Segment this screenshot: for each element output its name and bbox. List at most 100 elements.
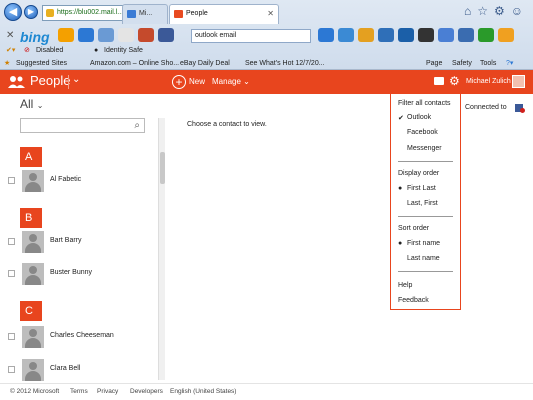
menu-display-heading: Display order — [398, 170, 440, 177]
fav-ebay[interactable]: eBay Daily Deal — [180, 57, 230, 70]
scrollbar-thumb[interactable] — [160, 152, 165, 184]
ext-icon[interactable] — [498, 28, 514, 42]
settings-icon[interactable]: ⚙ — [494, 4, 511, 18]
ext-icon[interactable] — [58, 28, 74, 42]
new-plus-icon[interactable]: + — [172, 75, 186, 89]
gear-icon[interactable]: ⚙ — [449, 74, 460, 88]
menu-option-messenger[interactable]: Messenger — [391, 145, 460, 152]
list-item[interactable]: Bart Barry — [8, 231, 153, 255]
contact-avatar — [22, 359, 44, 381]
home-icon[interactable]: ⌂ — [464, 4, 477, 18]
ext-icon[interactable] — [358, 28, 374, 42]
ext-icon[interactable] — [78, 28, 94, 42]
menu-option-outlook[interactable]: ✔ Outlook — [391, 114, 460, 122]
safety-menu[interactable]: Safety — [452, 57, 472, 70]
ext-icon[interactable] — [98, 28, 114, 42]
connected-to: Connected to — [465, 104, 525, 113]
copyright: © 2012 Microsoft — [10, 388, 60, 395]
command-row: ✔▾ ⊘ Disabled ● Identity Safe — [0, 45, 533, 57]
contact-checkbox[interactable] — [8, 270, 15, 277]
manage-button[interactable]: Manage ⌄ — [212, 77, 250, 86]
menu-feedback[interactable]: Feedback — [391, 297, 460, 304]
footer-language-link[interactable]: English (United States) — [170, 384, 236, 400]
footer-terms-link[interactable]: Terms — [70, 384, 88, 400]
help-icon[interactable]: ?▾ — [506, 57, 513, 70]
filter-label[interactable]: All ⌄ — [20, 97, 43, 111]
footer-privacy-link[interactable]: Privacy — [97, 384, 118, 400]
chat-icon[interactable] — [434, 77, 444, 85]
list-item[interactable]: Charles Cheeseman — [8, 326, 153, 350]
contact-name: Buster Bunny — [50, 269, 93, 276]
search-icon[interactable]: ⌕ — [134, 120, 140, 131]
back-icon[interactable]: ◀ — [4, 3, 22, 21]
fav-suggested-sites[interactable]: Suggested Sites — [16, 57, 67, 70]
contact-search-input[interactable]: ⌕ — [20, 118, 145, 133]
contact-checkbox[interactable] — [8, 177, 15, 184]
norton-icon[interactable]: ✔▾ — [6, 45, 15, 57]
ext-icon[interactable] — [338, 28, 354, 42]
tools-menu[interactable]: Tools — [480, 57, 496, 70]
disabled-icon: ⊘ — [24, 47, 30, 54]
ext-icon[interactable] — [458, 28, 474, 42]
menu-help[interactable]: Help — [391, 282, 460, 289]
menu-option-facebook[interactable]: Facebook — [391, 129, 460, 136]
contact-name: Al Fabetic — [50, 176, 82, 183]
bing-toolbar: ✕ bing outlook email — [0, 26, 533, 45]
people-icon — [8, 76, 25, 88]
lock-icon — [46, 9, 54, 17]
fav-see-whats-hot[interactable]: See What's Hot 12/7/20... — [245, 57, 325, 70]
list-item[interactable]: Buster Bunny — [8, 263, 153, 287]
footer: © 2012 Microsoft Terms Privacy Developer… — [0, 383, 533, 400]
tab-mail[interactable]: Mi... — [122, 4, 168, 24]
contacts-scrollbar[interactable] — [158, 118, 165, 380]
smiley-icon[interactable]: ☺ — [511, 4, 529, 18]
ext-icon[interactable] — [118, 28, 134, 42]
radio-selected-icon: ● — [398, 185, 403, 192]
menu-option-last-name[interactable]: Last name — [391, 255, 460, 262]
list-item[interactable]: Clara Bell — [8, 359, 153, 383]
fav-amazon[interactable]: Amazon.com – Online Sho... — [90, 57, 179, 70]
tab-people[interactable]: People ✕ — [169, 4, 279, 24]
app-title[interactable]: People — [30, 73, 70, 88]
ext-icon[interactable] — [478, 28, 494, 42]
footer-developers-link[interactable]: Developers — [130, 384, 163, 400]
ext-icon[interactable] — [438, 28, 454, 42]
checkmark-icon: ✔ — [398, 115, 404, 122]
close-tab-icon[interactable]: ✕ — [267, 5, 274, 23]
search-input[interactable]: outlook email — [191, 29, 311, 43]
radio-selected-icon: ● — [398, 240, 403, 247]
avatar[interactable] — [512, 75, 525, 88]
menu-option-first-name[interactable]: ● First name — [391, 240, 460, 247]
ext-icon[interactable] — [138, 28, 154, 42]
filter-chevron-icon: ⌄ — [36, 101, 44, 110]
favorites-star-icon[interactable]: ★ — [4, 57, 10, 70]
facebook-icon[interactable] — [158, 28, 174, 42]
ext-icon[interactable] — [318, 28, 334, 42]
bing-logo: bing — [20, 29, 50, 45]
menu-sort-heading: Sort order — [398, 225, 430, 232]
empty-state-text: Choose a contact to view. — [187, 121, 267, 128]
favorites-icon[interactable]: ☆ — [477, 4, 494, 18]
contact-checkbox[interactable] — [8, 366, 15, 373]
letter-header-a[interactable]: A — [20, 147, 42, 167]
menu-option-first-last[interactable]: ● First Last — [391, 185, 460, 192]
new-button[interactable]: New — [189, 77, 205, 86]
identity-safe-label[interactable]: Identity Safe — [104, 45, 143, 57]
letter-header-b[interactable]: B — [20, 208, 42, 228]
ext-icon[interactable] — [378, 28, 394, 42]
user-name[interactable]: Michael Zulich — [466, 78, 511, 85]
close-toolbar-icon[interactable]: ✕ — [6, 30, 14, 41]
letter-header-c[interactable]: C — [20, 301, 42, 321]
disabled-label[interactable]: Disabled — [36, 45, 63, 57]
list-item[interactable]: Al Fabetic — [8, 170, 153, 194]
menu-option-last-first[interactable]: Last, First — [391, 200, 460, 207]
app-switch-chevron-icon[interactable]: ⌄ — [72, 74, 80, 85]
people-favicon-icon — [174, 10, 183, 18]
ext-icon[interactable] — [398, 28, 414, 42]
contact-checkbox[interactable] — [8, 333, 15, 340]
contact-name: Bart Barry — [50, 237, 82, 244]
forward-icon[interactable]: ▶ — [24, 5, 38, 19]
contact-checkbox[interactable] — [8, 238, 15, 245]
page-menu[interactable]: Page — [426, 57, 442, 70]
ext-icon[interactable] — [418, 28, 434, 42]
